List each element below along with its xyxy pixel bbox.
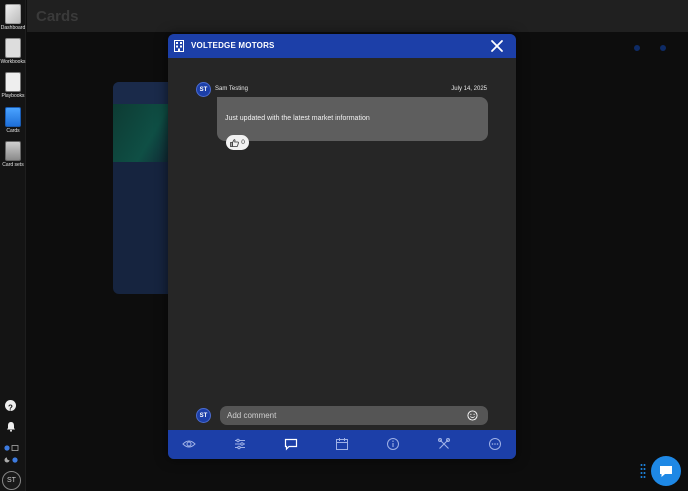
message-text: Just updated with the latest market info…	[225, 115, 370, 122]
info-icon[interactable]	[386, 437, 400, 451]
rail-item-label: Playbooks	[1, 93, 25, 99]
eye-icon[interactable]	[182, 437, 196, 451]
rail-item-label: Card sets	[2, 162, 24, 168]
comment-box	[220, 406, 488, 425]
left-rail: Dashboard Workbooks Playbooks Cards Card…	[0, 0, 26, 491]
modal-footer	[168, 430, 516, 459]
background-card	[113, 82, 175, 294]
view-toggle[interactable]	[3, 439, 21, 451]
page-title: Cards	[36, 8, 79, 25]
comments-modal: VOLTEDGE MOTORS ST Sam Testing July 14, …	[168, 34, 516, 459]
thumbs-up-icon	[230, 138, 240, 147]
tools-icon[interactable]	[437, 437, 451, 451]
rail-item-label: Dashboard	[0, 25, 26, 31]
top-bar	[27, 0, 688, 32]
theme-toggle[interactable]	[3, 451, 21, 463]
chat-button[interactable]	[651, 456, 681, 486]
calendar-icon[interactable]	[335, 437, 349, 451]
rail-item-card-sets[interactable]: Card sets	[0, 141, 26, 168]
bell-icon[interactable]	[6, 419, 16, 432]
like-button[interactable]: 0	[226, 135, 249, 150]
rail-item-dashboard[interactable]: Dashboard	[0, 4, 26, 31]
sliders-icon[interactable]	[233, 437, 247, 451]
comment-icon[interactable]	[284, 437, 298, 451]
message-author: Sam Testing	[215, 86, 248, 92]
building-icon	[174, 40, 184, 52]
rail-item-cards[interactable]: Cards	[0, 107, 26, 134]
cards-icon	[5, 107, 21, 127]
background-dot	[634, 45, 640, 51]
rail-item-label: Workbooks	[0, 59, 26, 65]
message-author-avatar: ST	[196, 82, 211, 97]
rail-item-label: Cards	[6, 128, 20, 134]
close-icon[interactable]	[490, 39, 504, 53]
message-bubble: Just updated with the latest market info…	[217, 97, 488, 141]
modal-header: VOLTEDGE MOTORS	[168, 34, 516, 58]
background-dot	[660, 45, 666, 51]
modal-title: VOLTEDGE MOTORS	[191, 41, 275, 50]
help-icon[interactable]: ?	[5, 400, 16, 413]
comment-input[interactable]	[227, 406, 457, 425]
drag-handle-icon[interactable]	[640, 463, 646, 479]
chat-icon	[660, 465, 672, 477]
emoji-icon[interactable]	[467, 410, 478, 421]
rail-item-workbooks[interactable]: Workbooks	[0, 38, 26, 65]
card-sets-icon	[5, 141, 21, 161]
like-count: 0	[241, 139, 245, 146]
message-date: July 14, 2025	[451, 86, 487, 92]
workbooks-icon	[5, 38, 21, 58]
more-icon[interactable]	[488, 437, 502, 451]
comment-user-avatar: ST	[196, 408, 211, 423]
svg-text:?: ?	[8, 404, 13, 413]
rail-item-playbooks[interactable]: Playbooks	[0, 72, 26, 99]
dashboard-icon	[5, 4, 21, 24]
playbooks-icon	[5, 72, 21, 92]
user-avatar[interactable]: ST	[2, 471, 21, 490]
